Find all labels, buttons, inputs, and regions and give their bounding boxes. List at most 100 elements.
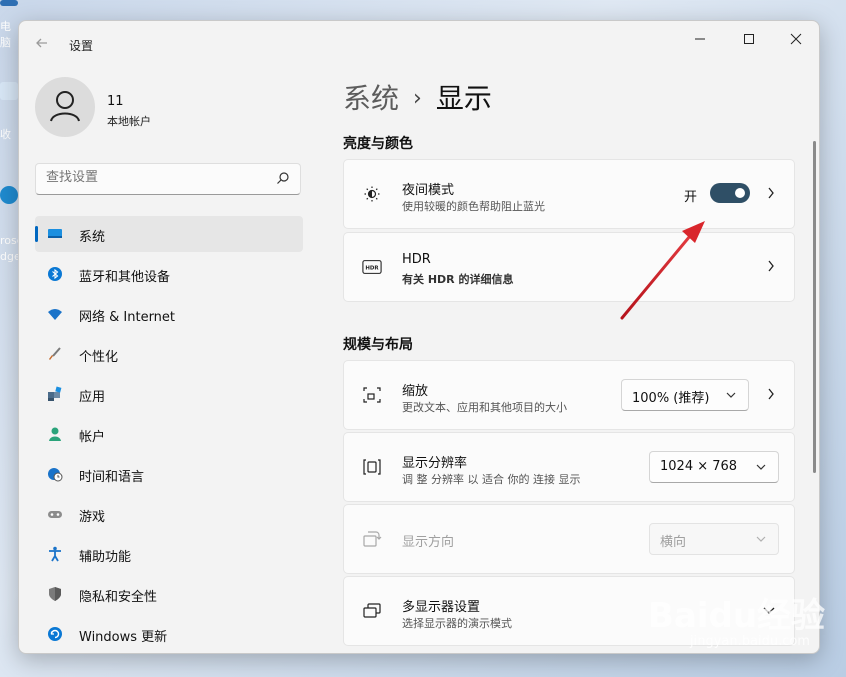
avatar: [35, 77, 95, 137]
app-title: 设置: [69, 39, 94, 53]
scale-dropdown-value: 100% (推荐): [632, 391, 710, 406]
sidebar-item-accessibility[interactable]: 辅助功能: [35, 536, 303, 572]
active-indicator: [35, 226, 38, 242]
resolution-description: 调 整 分辨率 以 适合 你的 连接 显示: [402, 473, 581, 486]
person-icon: [49, 427, 61, 441]
page-title: 显示: [435, 82, 492, 115]
multi-monitor-icon: [363, 603, 381, 618]
search-box[interactable]: [35, 163, 301, 195]
desktop-icon-label: 收: [0, 128, 11, 141]
title-bar: 设置: [19, 21, 819, 65]
resolution-card[interactable]: 显示分辨率 调 整 分辨率 以 适合 你的 连接 显示 1024 × 768: [343, 432, 795, 502]
orientation-dropdown: 横向: [649, 523, 779, 555]
sidebar-item-windows-update[interactable]: Windows 更新: [35, 616, 303, 652]
sidebar-item-gaming[interactable]: 游戏: [35, 496, 303, 532]
resolution-title: 显示分辨率: [402, 456, 468, 471]
close-button[interactable]: [781, 29, 811, 53]
sidebar-item-network[interactable]: 网络 & Internet: [35, 296, 303, 332]
sidebar-item-label: 网络 & Internet: [79, 310, 176, 325]
sidebar-item-personalization[interactable]: 个性化: [35, 336, 303, 372]
night-mode-card[interactable]: 夜间模式 使用较暖的颜色帮助阻止蓝光 开: [343, 159, 795, 229]
sidebar-item-label: 个性化: [79, 350, 119, 365]
sidebar-item-label: 应用: [79, 390, 106, 405]
gamepad-icon: [48, 511, 62, 518]
section-title-brightness: 亮度与颜色: [343, 136, 413, 152]
close-icon: [790, 33, 802, 45]
minimize-icon: [695, 38, 705, 40]
sidebar-item-bluetooth[interactable]: 蓝牙和其他设备: [35, 256, 303, 292]
watermark-logo: Baidu经验: [648, 596, 826, 636]
back-arrow-icon: [36, 38, 47, 48]
update-icon: [48, 627, 62, 641]
accessibility-icon: [49, 546, 61, 562]
scale-dropdown[interactable]: 100% (推荐): [621, 379, 749, 411]
hdr-card[interactable]: HDR HDR 有关 HDR 的详细信息: [343, 232, 795, 302]
settings-window: 设置 11 本地帐户 查找设置 系统 蓝牙和其他设备 网络 & Internet…: [18, 20, 820, 654]
desktop-icon-recycle[interactable]: [0, 82, 20, 100]
sidebar-item-privacy[interactable]: 隐私和安全性: [35, 576, 303, 612]
breadcrumb-parent[interactable]: 系统: [343, 82, 399, 115]
sidebar-item-label: 游戏: [79, 510, 106, 525]
sidebar-item-label: 帐户: [79, 430, 106, 445]
desktop-icon-edge[interactable]: [0, 186, 20, 204]
hdr-description: 有关 HDR 的详细信息: [402, 273, 514, 286]
account-type: 本地帐户: [107, 115, 151, 128]
chevron-right-icon[interactable]: [766, 386, 776, 402]
resolution-icon: [363, 459, 381, 475]
person-avatar-icon: [50, 91, 80, 122]
sidebar-item-time-language[interactable]: 时间和语言: [35, 456, 303, 492]
chevron-down-icon: [756, 464, 766, 470]
hdr-title: HDR: [402, 252, 431, 267]
chevron-right-icon[interactable]: [766, 258, 776, 274]
orientation-card: 显示方向 横向: [343, 504, 795, 574]
orientation-dropdown-value: 横向: [660, 535, 687, 550]
resolution-dropdown-value: 1024 × 768: [660, 459, 738, 474]
search-input[interactable]: [46, 170, 266, 185]
sidebar-item-accounts[interactable]: 帐户: [35, 416, 303, 452]
resolution-dropdown[interactable]: 1024 × 768: [649, 451, 779, 483]
chevron-down-icon: [726, 392, 736, 398]
sidebar-item-apps[interactable]: 应用: [35, 376, 303, 412]
brightness-icon: [364, 186, 380, 202]
night-mode-toggle-state: 开: [684, 190, 698, 205]
scale-description: 更改文本、应用和其他项目的大小: [402, 401, 567, 414]
orientation-title: 显示方向: [402, 535, 455, 550]
bluetooth-icon: [48, 267, 62, 281]
brush-icon: [49, 347, 61, 360]
scale-icon: [363, 387, 381, 403]
globe-clock-icon: [48, 468, 63, 482]
minimize-button[interactable]: [685, 29, 715, 53]
night-mode-description: 使用较暖的颜色帮助阻止蓝光: [402, 200, 545, 213]
maximize-icon: [744, 34, 754, 44]
sidebar-nav: 系统 蓝牙和其他设备 网络 & Internet 个性化 应用 帐户 时间和语言…: [35, 216, 303, 653]
night-mode-title: 夜间模式: [402, 183, 455, 198]
multi-display-description: 选择显示器的演示模式: [402, 617, 512, 630]
hdr-icon-badge: HDR: [365, 266, 379, 272]
scale-card[interactable]: 缩放 更改文本、应用和其他项目的大小 100% (推荐): [343, 360, 795, 430]
breadcrumb: 系统 › 显示: [343, 77, 492, 117]
apps-icon: [48, 386, 62, 401]
sidebar-item-label: 隐私和安全性: [79, 590, 158, 605]
night-mode-toggle[interactable]: [710, 183, 750, 203]
wifi-icon: [48, 309, 62, 320]
desktop-icon-computer[interactable]: [0, 0, 20, 6]
sidebar-item-label: 辅助功能: [79, 550, 132, 565]
sidebar-item-label: 蓝牙和其他设备: [79, 270, 171, 285]
sidebar-item-label: 系统: [79, 230, 106, 245]
chevron-down-icon: [756, 536, 766, 542]
chevron-right-icon[interactable]: [766, 185, 776, 201]
orientation-icon: [363, 531, 382, 547]
hdr-icon: HDR: [362, 260, 382, 274]
back-button[interactable]: [33, 35, 51, 53]
watermark-url: jingyan.baidu.com: [690, 634, 810, 649]
desktop-icon-label: rosc: [0, 234, 20, 247]
desktop-icon-label: 电脑: [0, 20, 11, 49]
scrollbar[interactable]: [813, 141, 816, 473]
maximize-button[interactable]: [734, 29, 764, 53]
multi-display-title: 多显示器设置: [402, 600, 481, 615]
user-name: 11: [107, 94, 124, 109]
section-title-layout: 规模与布局: [343, 337, 413, 353]
search-icon[interactable]: [276, 171, 290, 185]
desktop-icon-label: dge: [0, 250, 20, 263]
sidebar-item-system[interactable]: 系统: [35, 216, 303, 252]
